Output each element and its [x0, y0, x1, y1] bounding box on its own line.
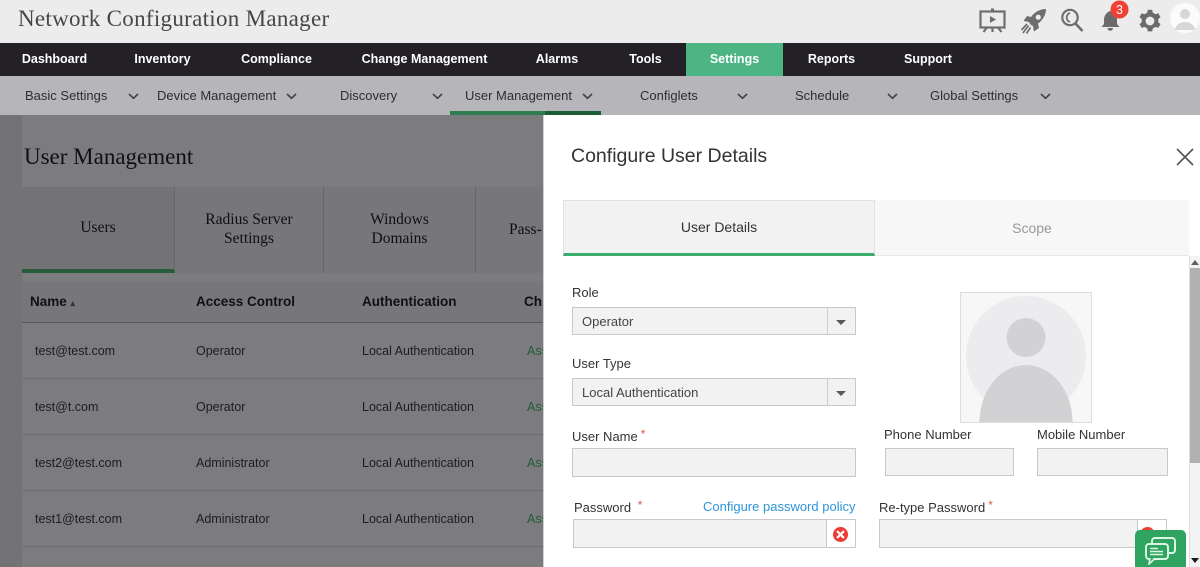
svg-text:3: 3 [1116, 3, 1123, 17]
